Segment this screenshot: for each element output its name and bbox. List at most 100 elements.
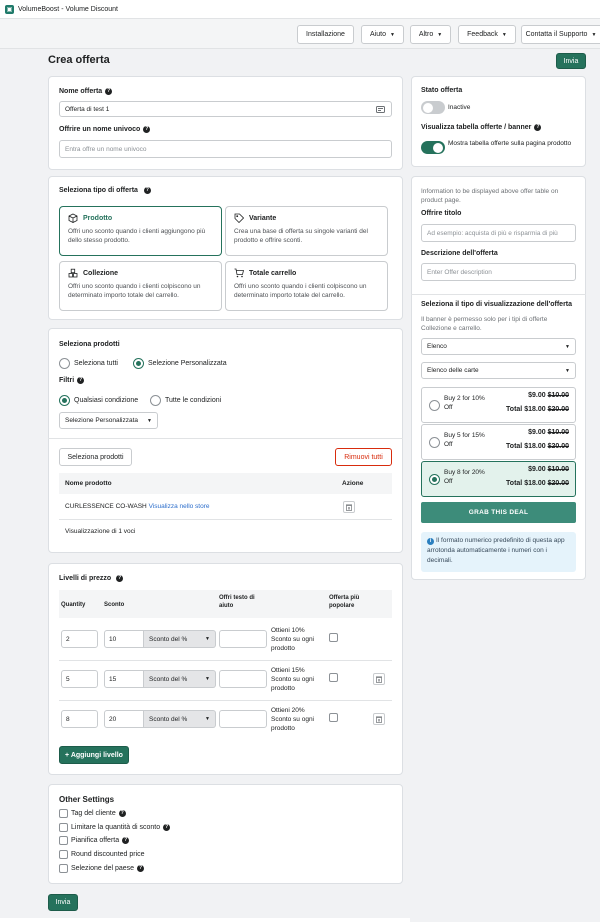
preview-tier-radio[interactable]	[429, 400, 440, 411]
col-quantity: Quantity	[61, 602, 86, 608]
aiuto-label: Aiuto	[370, 31, 386, 38]
info-text: Il formato numerico predefinito di quest…	[427, 537, 565, 564]
status-toggle[interactable]	[421, 101, 445, 114]
table-row: CURLESSENCE CO-WASH Visualizza nello sto…	[65, 503, 210, 510]
col-action: Azione	[342, 480, 364, 487]
discount-type-value: Sconto del %	[149, 635, 188, 643]
preview-tier[interactable]: Buy 2 for 10% Off $9.00 $10.00 Total $18…	[421, 387, 576, 423]
delete-tier-button[interactable]	[373, 673, 385, 685]
checkbox-pianifica-offerta[interactable]	[59, 836, 68, 845]
stack-icon	[68, 268, 78, 278]
preview-tier-selected[interactable]: Buy 8 for 20% Off $9.00 $10.00 Total $18…	[421, 461, 576, 497]
tier-discount-input[interactable]: 10	[104, 630, 144, 648]
tier-qty-input[interactable]: 8	[61, 710, 98, 728]
tier-help-input[interactable]	[219, 710, 267, 728]
offer-name-input[interactable]: Offerta di test 1	[59, 101, 392, 117]
limitare-quantita-label: Limitare la quantità di sconto?	[71, 824, 171, 831]
tile-desc: Offri uno sconto quando i clienti colpis…	[68, 283, 201, 299]
help-icon: ?	[118, 810, 126, 817]
col-discount: Sconto	[104, 602, 125, 608]
popular-checkbox[interactable]	[329, 713, 338, 722]
discount-type-value: Sconto del %	[149, 715, 188, 723]
installazione-button[interactable]: Installazione	[297, 25, 354, 44]
condition-any-radio[interactable]	[59, 395, 70, 406]
submit-button-top[interactable]: Invia	[556, 53, 586, 69]
checkbox-limitare-quantita[interactable]	[59, 823, 68, 832]
filter-select[interactable]: Selezione Personalizzata ▼	[59, 412, 158, 429]
chevron-down-icon: ▼	[501, 31, 507, 38]
offer-type-label: Seleziona tipo di offerta?	[59, 187, 151, 194]
unique-name-input[interactable]: Entra offre un nome univoco	[59, 140, 392, 158]
checkbox-tag-cliente[interactable]	[59, 809, 68, 818]
condition-all-radio[interactable]	[150, 395, 161, 406]
trash-icon	[376, 676, 382, 683]
offer-desc-input[interactable]: Enter Offer description	[421, 263, 576, 281]
aiuto-menu-button[interactable]: Aiuto ▼	[361, 25, 404, 44]
cart-icon	[234, 268, 244, 278]
trash-icon	[346, 504, 352, 511]
preview-tier-label: Buy 2 for 10% Off	[444, 395, 485, 411]
preview-tier[interactable]: Buy 5 for 15% Off $9.00 $10.00 Total $18…	[421, 424, 576, 460]
tier-help-input[interactable]	[219, 670, 267, 688]
preview-tier-radio[interactable]	[429, 474, 440, 485]
help-icon: ?	[143, 126, 151, 133]
discount-type-select[interactable]: Sconto del % ▼	[144, 710, 216, 728]
other-settings-title: Other Settings	[59, 795, 115, 804]
delete-product-button[interactable]	[343, 501, 355, 513]
offer-type-variante[interactable]: Variante Crea una base di offerta su sin…	[225, 206, 388, 256]
offer-type-prodotto[interactable]: Prodotto Offri uno sconto quando i clien…	[59, 206, 222, 256]
card-style-value: Elenco delle carte	[427, 367, 479, 374]
feedback-menu-button[interactable]: Feedback ▼	[458, 25, 516, 44]
tier-qty-input[interactable]: 5	[61, 670, 98, 688]
add-tier-button[interactable]: + Aggiungi livello	[59, 746, 129, 764]
grab-deal-button[interactable]: GRAB THIS DEAL	[421, 502, 576, 523]
checkbox-round-price[interactable]	[59, 850, 68, 859]
products-count: Visualizzazione di 1 voci	[65, 528, 136, 535]
card-style-select[interactable]: Elenco delle carte ▼	[421, 362, 576, 379]
select-all-radio[interactable]	[59, 358, 70, 369]
tier-discount-combo: 20 Sconto del % ▼	[104, 710, 216, 728]
page-title: Crea offerta	[48, 54, 110, 66]
divider	[59, 700, 392, 701]
autofill-icon	[376, 106, 385, 113]
chevron-down-icon: ▼	[147, 417, 152, 424]
remove-all-button[interactable]: Rimuovi tutti	[335, 448, 392, 466]
discount-type-select[interactable]: Sconto del % ▼	[144, 670, 216, 688]
info-icon: i	[427, 538, 434, 545]
popular-checkbox[interactable]	[329, 673, 338, 682]
contatta-supporto-button[interactable]: Contatta il Supporto ▼	[521, 25, 600, 44]
offer-type-totale-carrello[interactable]: Totale carrello Offri uno sconto quando …	[225, 261, 388, 311]
tier-help-input[interactable]	[219, 630, 267, 648]
preview-tier-total: Total $18.00 $20.00	[506, 443, 569, 450]
preview-tier-radio[interactable]	[429, 437, 440, 448]
discount-type-select[interactable]: Sconto del % ▼	[144, 630, 216, 648]
select-products-button[interactable]: Seleziona prodotti	[59, 448, 132, 466]
divider	[59, 660, 392, 661]
tier-discount-input[interactable]: 15	[104, 670, 144, 688]
help-icon: ?	[105, 88, 113, 95]
view-in-store-link[interactable]: Visualizza nello store	[149, 503, 210, 510]
submit-button-bottom[interactable]: Invia	[48, 894, 78, 911]
feedback-label: Feedback	[467, 31, 498, 38]
tile-title: Collezione	[83, 269, 119, 277]
tier-discount-input[interactable]: 20	[104, 710, 144, 728]
installazione-label: Installazione	[306, 31, 345, 38]
condition-all-label: Tutte le condizioni	[165, 397, 222, 404]
checkbox-selezione-paese[interactable]	[59, 864, 68, 873]
app-title: VolumeBoost - Volume Discount	[18, 5, 118, 13]
contatta-label: Contatta il Supporto	[525, 31, 588, 38]
popular-checkbox[interactable]	[329, 633, 338, 642]
offer-title-input[interactable]: Ad esempio: acquista di più e risparmia …	[421, 224, 576, 242]
offer-type-collezione[interactable]: Collezione Offri uno sconto quando i cli…	[59, 261, 222, 311]
select-custom-radio[interactable]	[133, 358, 144, 369]
altro-menu-button[interactable]: Altro ▼	[410, 25, 451, 44]
display-style-select[interactable]: Elenco ▼	[421, 338, 576, 355]
table-display-label: Visualizza tabella offerte / banner?	[421, 124, 542, 131]
help-icon: ?	[534, 124, 542, 131]
tile-title: Prodotto	[83, 214, 113, 222]
table-display-toggle[interactable]	[421, 141, 445, 154]
delete-tier-button[interactable]	[373, 713, 385, 725]
tag-icon	[234, 213, 244, 223]
table-display-text: Mostra tabella offerte sulla pagina prod…	[448, 140, 572, 147]
tier-qty-input[interactable]: 2	[61, 630, 98, 648]
